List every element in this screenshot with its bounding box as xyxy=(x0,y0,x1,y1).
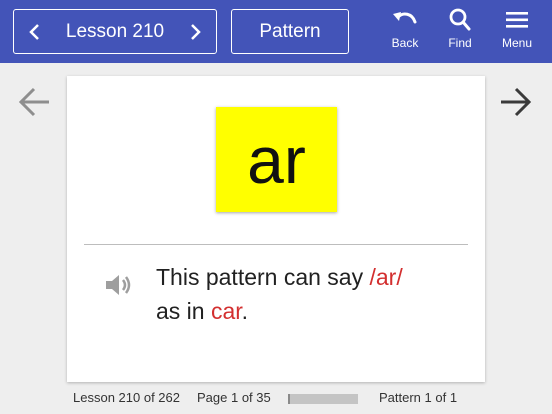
chevron-right-icon[interactable] xyxy=(188,22,202,42)
pattern-tile: ar xyxy=(216,107,337,212)
pattern-description: This pattern can say /ar/as in car. xyxy=(156,260,466,328)
speaker-icon[interactable] xyxy=(103,270,133,300)
divider xyxy=(84,244,468,245)
back-button[interactable]: Back xyxy=(380,8,430,56)
find-button[interactable]: Find xyxy=(435,8,485,56)
undo-arrow-icon xyxy=(393,12,417,24)
page-status: Page 1 of 35 xyxy=(197,390,271,405)
progress-bar xyxy=(288,394,358,404)
sentence-mid: as in xyxy=(156,298,211,324)
sound-text: /ar/ xyxy=(369,264,403,290)
menu-button[interactable]: Menu xyxy=(492,8,542,56)
pattern-status: Pattern 1 of 1 xyxy=(379,390,458,405)
pattern-button[interactable]: Pattern xyxy=(231,9,349,54)
pattern-card: ar This pattern can say /ar/as in car. xyxy=(67,76,485,382)
hamburger-menu-icon xyxy=(506,12,528,28)
lesson-label[interactable]: Lesson 210 xyxy=(14,10,216,53)
arrow-left-icon[interactable] xyxy=(17,84,53,120)
progress-fill xyxy=(288,394,291,404)
top-toolbar: Lesson 210 Pattern Back Find Menu xyxy=(0,0,552,63)
lesson-status: Lesson 210 of 262 xyxy=(73,390,180,405)
lesson-selector: Lesson 210 xyxy=(13,9,217,54)
arrow-right-icon[interactable] xyxy=(498,84,534,120)
back-label: Back xyxy=(391,36,419,50)
menu-label: Menu xyxy=(501,36,533,50)
sentence-end: . xyxy=(241,298,249,324)
find-label: Find xyxy=(448,36,472,50)
search-icon xyxy=(449,8,471,31)
pattern-button-label: Pattern xyxy=(259,20,321,42)
sentence-prefix: This pattern can say xyxy=(156,264,370,290)
pattern-text: ar xyxy=(247,122,306,197)
example-word: car xyxy=(210,298,242,324)
